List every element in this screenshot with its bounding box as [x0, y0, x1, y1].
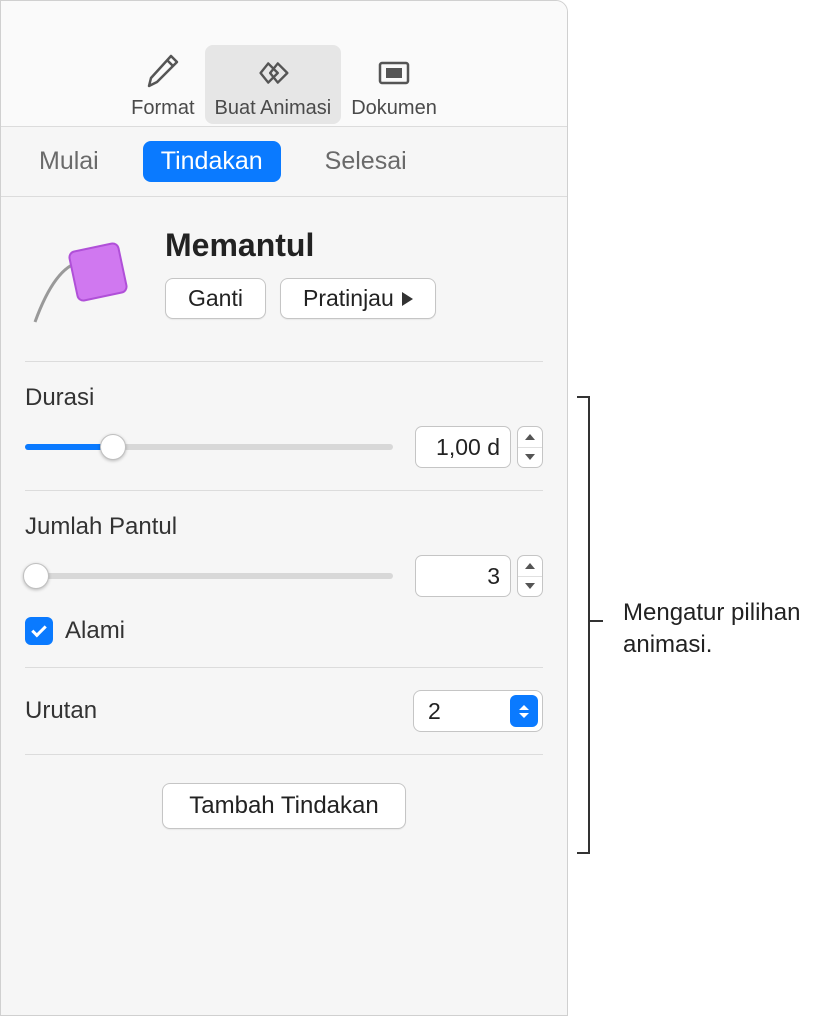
animate-icon	[251, 51, 295, 95]
checkmark-icon	[31, 622, 47, 638]
duration-stepper	[415, 426, 543, 468]
bounces-step-down[interactable]	[518, 577, 542, 597]
natural-checkbox-row: Alami	[25, 617, 543, 645]
inspector-panel: Format Buat Animasi Dokumen Mulai Tindak	[0, 0, 568, 1016]
callout-bracket-icon	[575, 395, 607, 855]
animation-tabs: Mulai Tindakan Selesai	[1, 127, 567, 197]
duration-section: Durasi	[25, 362, 543, 491]
duration-step-up[interactable]	[518, 427, 542, 448]
order-section: Urutan 2	[25, 668, 543, 755]
toolbar-format-label: Format	[131, 97, 194, 120]
chevron-down-icon	[525, 583, 535, 589]
chevron-up-icon	[525, 563, 535, 569]
slider-track	[25, 573, 393, 579]
tab-action[interactable]: Tindakan	[143, 141, 281, 182]
effect-header-row: Memantul Ganti Pratinjau	[25, 221, 543, 362]
chevron-up-icon	[525, 434, 535, 440]
natural-checkbox[interactable]	[25, 617, 53, 645]
toolbar-document-label: Dokumen	[351, 97, 437, 120]
bounces-stepper	[415, 555, 543, 597]
order-label: Urutan	[25, 697, 97, 725]
bounces-step-up[interactable]	[518, 556, 542, 577]
select-arrows-icon	[510, 695, 538, 727]
play-icon	[402, 292, 413, 306]
tab-start[interactable]: Mulai	[21, 141, 117, 182]
tab-end[interactable]: Selesai	[307, 141, 425, 182]
slider-thumb[interactable]	[23, 563, 49, 589]
preview-label: Pratinjau	[303, 285, 394, 312]
slider-thumb[interactable]	[100, 434, 126, 460]
bounces-slider[interactable]	[25, 563, 393, 589]
toolbar-document[interactable]: Dokumen	[341, 51, 447, 120]
content-area: Memantul Ganti Pratinjau Durasi	[1, 197, 567, 829]
callout-text: Mengatur pilihan animasi.	[623, 597, 833, 662]
bounces-label: Jumlah Pantul	[25, 513, 543, 541]
preview-button[interactable]: Pratinjau	[280, 278, 436, 319]
bounce-effect-icon	[25, 227, 145, 337]
duration-slider[interactable]	[25, 434, 393, 460]
effect-title: Memantul	[165, 227, 543, 264]
toolbar-animate-label: Buat Animasi	[215, 97, 332, 120]
add-action-button[interactable]: Tambah Tindakan	[162, 783, 405, 829]
change-label: Ganti	[188, 285, 243, 312]
duration-label: Durasi	[25, 384, 543, 412]
effect-header: Memantul Ganti Pratinjau	[165, 227, 543, 319]
format-icon	[141, 51, 185, 95]
bounces-stepper-buttons	[517, 555, 543, 597]
duration-field[interactable]	[415, 426, 511, 468]
duration-stepper-buttons	[517, 426, 543, 468]
toolbar-animate[interactable]: Buat Animasi	[205, 45, 342, 124]
toolbar: Format Buat Animasi Dokumen	[1, 1, 567, 127]
bounces-section: Jumlah Pantul	[25, 491, 543, 668]
duration-step-down[interactable]	[518, 448, 542, 468]
order-select[interactable]: 2	[413, 690, 543, 732]
order-value: 2	[428, 698, 510, 725]
toolbar-format[interactable]: Format	[121, 51, 204, 120]
document-icon	[372, 51, 416, 95]
bounces-field[interactable]	[415, 555, 511, 597]
natural-label: Alami	[65, 617, 125, 645]
chevron-down-icon	[525, 454, 535, 460]
change-effect-button[interactable]: Ganti	[165, 278, 266, 319]
